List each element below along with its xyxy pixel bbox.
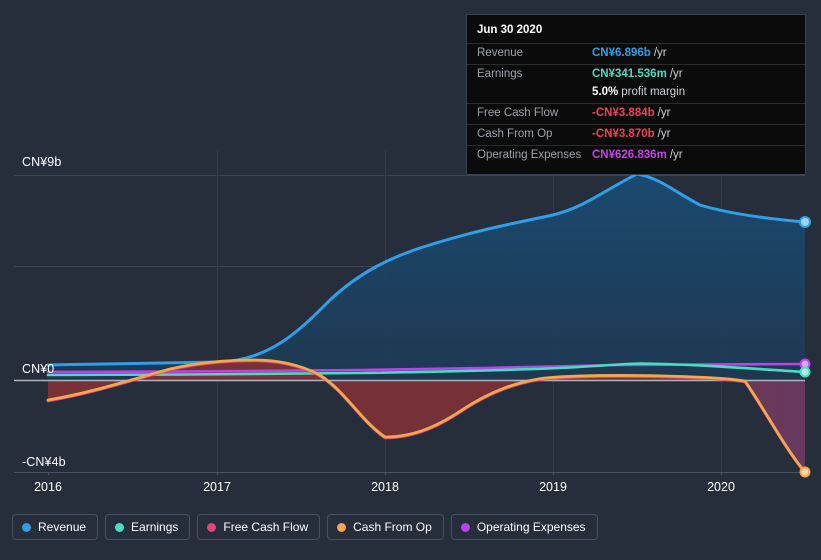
cash-from-op-endpoint xyxy=(799,466,811,478)
tooltip-value-earnings: CN¥341.536m xyxy=(592,68,667,80)
legend-item-earnings[interactable]: Earnings xyxy=(105,514,191,540)
tooltip-value-profit-margin: 5.0% xyxy=(592,86,619,98)
revenue-endpoint xyxy=(799,216,811,228)
tooltip-row-revenue: Revenue CN¥6.896b /yr xyxy=(467,43,805,64)
legend-label-operating-expenses: Operating Expenses xyxy=(476,520,586,534)
legend-label-cash-from-op: Cash From Op xyxy=(353,520,432,534)
legend-item-free-cash-flow[interactable]: Free Cash Flow xyxy=(197,514,321,540)
chart-page: CN¥9b CN¥0 -CN¥4b 2016 2017 2018 2019 20… xyxy=(0,0,821,560)
legend-dot-cash-from-op xyxy=(337,522,347,532)
tooltip-unit-profit-margin: profit margin xyxy=(621,86,686,98)
tooltip-key-cash-from-op: Cash From Op xyxy=(477,128,553,140)
revenue-area-fill xyxy=(48,174,805,380)
tooltip-unit-cash-from-op: /yr xyxy=(657,128,671,140)
legend-dot-earnings xyxy=(115,522,125,532)
tooltip-value-operating-expenses: CN¥626.836m xyxy=(592,149,667,161)
tooltip-unit-free-cash-flow: /yr xyxy=(657,107,671,119)
x-axis-label-2018: 2018 xyxy=(371,480,399,494)
chart-legend: Revenue Earnings Free Cash Flow Cash Fro… xyxy=(12,514,598,540)
tooltip-key-earnings: Earnings xyxy=(477,68,523,80)
legend-dot-revenue xyxy=(22,522,31,532)
legend-dot-operating-expenses xyxy=(460,522,470,532)
legend-label-free-cash-flow: Free Cash Flow xyxy=(223,520,309,534)
legend-item-cash-from-op[interactable]: Cash From Op xyxy=(327,514,444,540)
tooltip-row-cash-from-op: Cash From Op -CN¥3.870b /yr xyxy=(467,124,805,145)
x-axis-label-2016: 2016 xyxy=(34,480,62,494)
earnings-endpoint xyxy=(799,366,811,378)
tooltip-key-revenue: Revenue xyxy=(477,47,524,59)
legend-dot-free-cash-flow xyxy=(207,522,217,532)
legend-item-revenue[interactable]: Revenue xyxy=(12,514,99,540)
legend-item-operating-expenses[interactable]: Operating Expenses xyxy=(450,514,598,540)
legend-label-earnings: Earnings xyxy=(131,520,179,534)
tooltip-value-cash-from-op: -CN¥3.870b xyxy=(592,128,655,140)
tooltip-date: Jun 30 2020 xyxy=(477,24,543,36)
x-axis-label-2017: 2017 xyxy=(203,480,231,494)
tooltip-row-profit-margin: 5.0% profit margin xyxy=(467,85,805,103)
tooltip-row-free-cash-flow: Free Cash Flow -CN¥3.884b /yr xyxy=(467,103,805,124)
tooltip-row-operating-expenses: Operating Expenses CN¥626.836m /yr xyxy=(467,145,805,166)
tooltip-row-earnings: Earnings CN¥341.536m /yr xyxy=(467,64,805,85)
tooltip-unit-earnings: /yr xyxy=(669,68,683,80)
tooltip-value-revenue: CN¥6.896b xyxy=(592,47,651,59)
tooltip-value-free-cash-flow: -CN¥3.884b xyxy=(592,107,655,119)
tooltip-key-operating-expenses: Operating Expenses xyxy=(477,149,582,161)
tooltip-unit-operating-expenses: /yr xyxy=(669,149,683,161)
x-axis-label-2019: 2019 xyxy=(539,480,567,494)
tooltip-unit-revenue: /yr xyxy=(653,47,667,59)
x-axis-label-2020: 2020 xyxy=(707,480,735,494)
tooltip-key-free-cash-flow: Free Cash Flow xyxy=(477,107,559,119)
chart-tooltip: Jun 30 2020 Revenue CN¥6.896b /yr Earnin… xyxy=(466,14,806,175)
legend-label-revenue: Revenue xyxy=(38,520,87,534)
